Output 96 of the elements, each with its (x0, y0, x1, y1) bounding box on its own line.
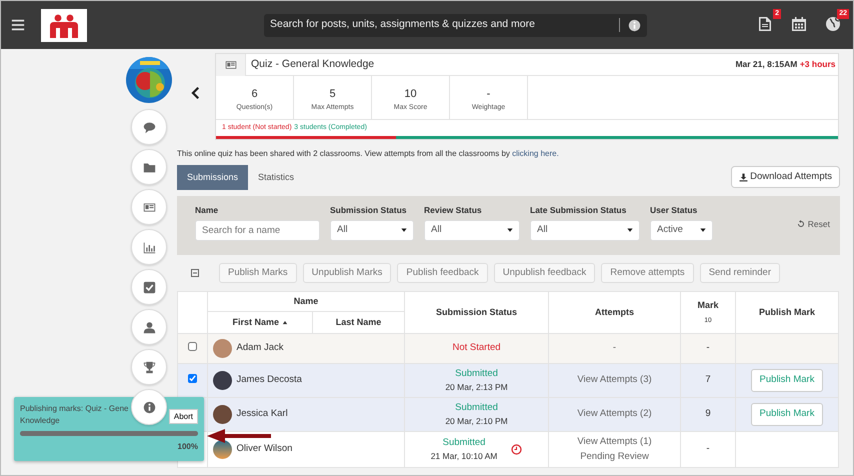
submission-status: Not Started (452, 341, 501, 356)
id-card-icon (142, 200, 156, 214)
checkbox-icon (142, 280, 156, 294)
dropdown[interactable]: All (330, 220, 414, 241)
toast-message: Publishing marks: Quiz - Gene (20, 403, 128, 415)
menu-button[interactable] (11, 18, 25, 32)
avatar (212, 440, 232, 459)
tab[interactable]: Submissions (177, 164, 248, 190)
mark-value: 9 (705, 408, 711, 420)
reset-button[interactable]: Reset (797, 218, 830, 231)
bar-chart-icon (142, 240, 156, 254)
abort-button[interactable]: Abort (168, 409, 198, 424)
info-icon (142, 400, 156, 414)
download-attempts-button[interactable]: Download Attempts (730, 166, 840, 188)
id-card-icon (224, 58, 236, 70)
publish-mark-button[interactable]: Publish Mark (750, 403, 824, 426)
checkbox-button[interactable] (131, 269, 167, 305)
trophy-button[interactable] (131, 349, 167, 385)
filter-label: Late Submission Status (530, 204, 628, 217)
late-time: +3 hours (800, 58, 836, 71)
user-button[interactable] (131, 309, 167, 345)
attempts-value: - (612, 341, 618, 356)
avatar (212, 339, 232, 358)
download-icon (738, 172, 748, 182)
info-icon (628, 18, 641, 32)
student-name: Adam Jack (236, 341, 284, 356)
collapse-icon[interactable] (191, 268, 199, 277)
mark-value: 7 (705, 374, 711, 386)
filter-label: Submission Status (330, 204, 408, 217)
stat-value: 6 (250, 87, 259, 102)
caret-down-icon (401, 227, 407, 234)
chat-icon (142, 120, 156, 134)
submission-status: Submitted (454, 367, 499, 381)
bar-chart-button[interactable] (131, 229, 167, 265)
clicking-here-link[interactable]: clicking here. (512, 148, 559, 158)
stat-value: - (486, 87, 492, 102)
avatar (212, 405, 232, 424)
name-search-field[interactable]: Search for a name (195, 220, 320, 241)
calendar-button[interactable] (791, 16, 809, 34)
info-button[interactable] (131, 389, 167, 425)
chat-button[interactable] (131, 109, 167, 145)
user-icon (142, 320, 156, 334)
review-status: Pending Review (579, 450, 650, 464)
menu-icon (11, 18, 25, 32)
calendar-icon (791, 16, 807, 32)
toast-message: Knowledge (20, 415, 60, 427)
publish-mark-button[interactable]: Publish Mark (750, 369, 824, 392)
submission-time: 20 Mar, 2:13 PM (445, 381, 508, 394)
dropdown[interactable]: Active (650, 220, 713, 241)
submission-time: 21 Mar, 10:10 AM (430, 450, 498, 463)
reset-icon (797, 220, 806, 228)
caret-down-icon (627, 227, 633, 234)
stat-value: 5 (328, 87, 337, 102)
avatar (212, 371, 232, 390)
caret-down-icon (507, 227, 513, 234)
trophy-icon (142, 360, 156, 374)
caret-down-icon (700, 227, 706, 234)
globe-button[interactable] (825, 16, 843, 34)
document-icon (757, 16, 773, 32)
view-attempts-link[interactable]: View Attempts (1) (551, 435, 678, 450)
tab[interactable]: Statistics (248, 164, 304, 190)
student-name: Jessica Karl (236, 407, 288, 422)
id-card-button[interactable] (131, 189, 167, 225)
submission-status: Submitted (442, 436, 486, 450)
dropdown[interactable]: All (530, 220, 640, 241)
mark-value: - (706, 443, 710, 454)
submission-status: Submitted (454, 401, 499, 415)
chevron-left-icon (190, 87, 202, 100)
row-checkbox[interactable] (188, 374, 197, 383)
annotation-arrow (207, 429, 271, 443)
logo[interactable] (41, 8, 87, 42)
student-name: Oliver Wilson (236, 442, 292, 456)
action-button[interactable]: Send reminder (700, 262, 780, 283)
student-name: James Decosta (236, 373, 302, 388)
submission-time: 20 Mar, 2:10 PM (445, 415, 508, 428)
mark-value: - (706, 342, 710, 354)
filter-label: Name (195, 204, 220, 217)
folder-button[interactable] (131, 149, 167, 185)
action-button[interactable]: Unpublish feedback (494, 262, 596, 283)
share-note: This online quiz has been shared with 2 classrooms. View attempts from all the classrooms by clicking here. (177, 148, 560, 160)
progress-percent: 100% (176, 441, 198, 453)
stat-value: 10 (403, 87, 418, 102)
search-field[interactable]: Search for posts, units, assignments & quizzes and more (264, 14, 647, 36)
due-date: Mar 21, 8:15AM (735, 58, 798, 71)
action-button[interactable]: Publish Marks (219, 262, 297, 283)
folder-icon (142, 160, 156, 174)
action-button[interactable]: Publish feedback (397, 262, 488, 283)
filter-label: User Status (650, 204, 698, 217)
column-header: Name (208, 292, 405, 312)
row-checkbox[interactable] (188, 342, 197, 351)
dropdown[interactable]: All (424, 220, 520, 241)
action-button[interactable]: Remove attempts (601, 262, 694, 283)
quiz-title: Quiz - General Knowledge (251, 56, 374, 72)
action-button[interactable]: Unpublish Marks (302, 262, 392, 283)
filter-label: Review Status (424, 204, 483, 217)
column-header: Submission Status (404, 292, 549, 334)
